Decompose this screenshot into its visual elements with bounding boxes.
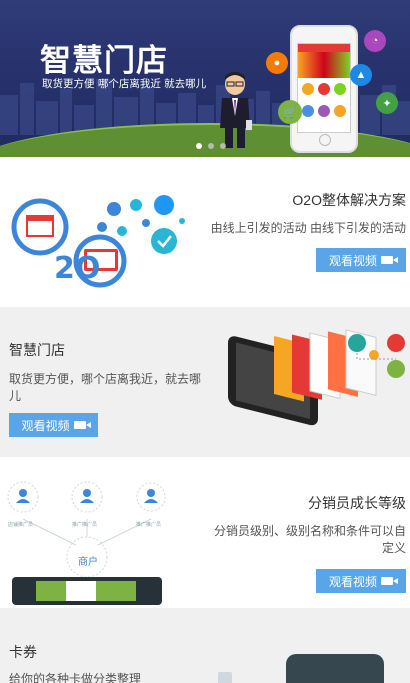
banner-subtitle: 取货更方便 哪个店离我近 就去哪儿 (42, 78, 207, 90)
video-camera-icon (381, 577, 398, 585)
mascot-illustration (220, 72, 252, 148)
carousel-dot[interactable] (220, 143, 226, 149)
section-description: 取货更方便，哪个店离我近，就去哪儿 (9, 372, 202, 403)
carousel-dots (196, 143, 226, 149)
shoe-icon: ▲ (350, 64, 372, 86)
phone-mockup (286, 654, 384, 683)
hero-banner[interactable]: 智慧门店 取货更方便 哪个店离我近 就去哪儿 ● 🛒 ◔ ▲ ✦ (0, 0, 410, 157)
video-camera-icon (73, 421, 91, 429)
watch-video-label: 观看视频 (328, 253, 377, 268)
section-description: 由线上引发的活动 由线下引发的活动 (210, 221, 406, 235)
watch-video-label: 观看视频 (21, 418, 70, 433)
gift-icon: ● (266, 52, 288, 74)
small-phone-icon (218, 672, 232, 683)
video-camera-icon (381, 256, 398, 264)
watch-video-button[interactable]: 观看视频 (9, 413, 98, 437)
phone-screen (297, 43, 351, 133)
carousel-dot[interactable] (196, 143, 202, 149)
wifi-icon: ◔ (364, 30, 386, 52)
watch-video-button[interactable]: 观看视频 (316, 248, 406, 272)
section-description: 分销员级别、级别名称和条件可以自定义 (213, 524, 406, 555)
o2o-number: 2O (54, 251, 101, 286)
phone-screens-illustration (228, 329, 405, 426)
watch-video-label: 观看视频 (328, 574, 377, 589)
carousel-dot[interactable] (208, 143, 214, 149)
section-title: 分销员成长等级 (308, 495, 406, 511)
section-description: 给你的各种卡做分类整理 (9, 672, 142, 683)
diagram-center: 商户 (78, 557, 98, 568)
section-smart-store: 智慧门店 取货更方便，哪个店离我近，就去哪儿 观看视频 (0, 307, 410, 457)
diagram-node-1: 店铺推广员 (8, 522, 34, 528)
section-title: 卡券 (9, 644, 37, 660)
cart-icon: 🛒 (278, 100, 302, 124)
diagram-node-2: 推广推广员 (72, 522, 98, 528)
banner-title: 智慧门店 (40, 43, 168, 79)
diagram-node-3: 推广推广员 (136, 522, 162, 528)
section-title: 智慧门店 (9, 342, 65, 358)
food-icon: ✦ (376, 92, 398, 114)
section-title: O2O整体解决方案 (292, 192, 406, 208)
distributor-diagram (7, 481, 166, 605)
section-distributor-level: 店铺推广员 推广推广员 推广推广员 商户 分销员成长等级 分销员级别、级别名称和… (0, 457, 410, 608)
phone-mockup (290, 25, 358, 153)
watch-video-button[interactable]: 观看视频 (316, 569, 406, 593)
section-o2o: 2O O2O整体解决方案 由线上引发的活动 由线下引发的活动 观看视频 (0, 157, 410, 307)
section-coupons: 卡券 给你的各种卡做分类整理 (0, 608, 410, 683)
